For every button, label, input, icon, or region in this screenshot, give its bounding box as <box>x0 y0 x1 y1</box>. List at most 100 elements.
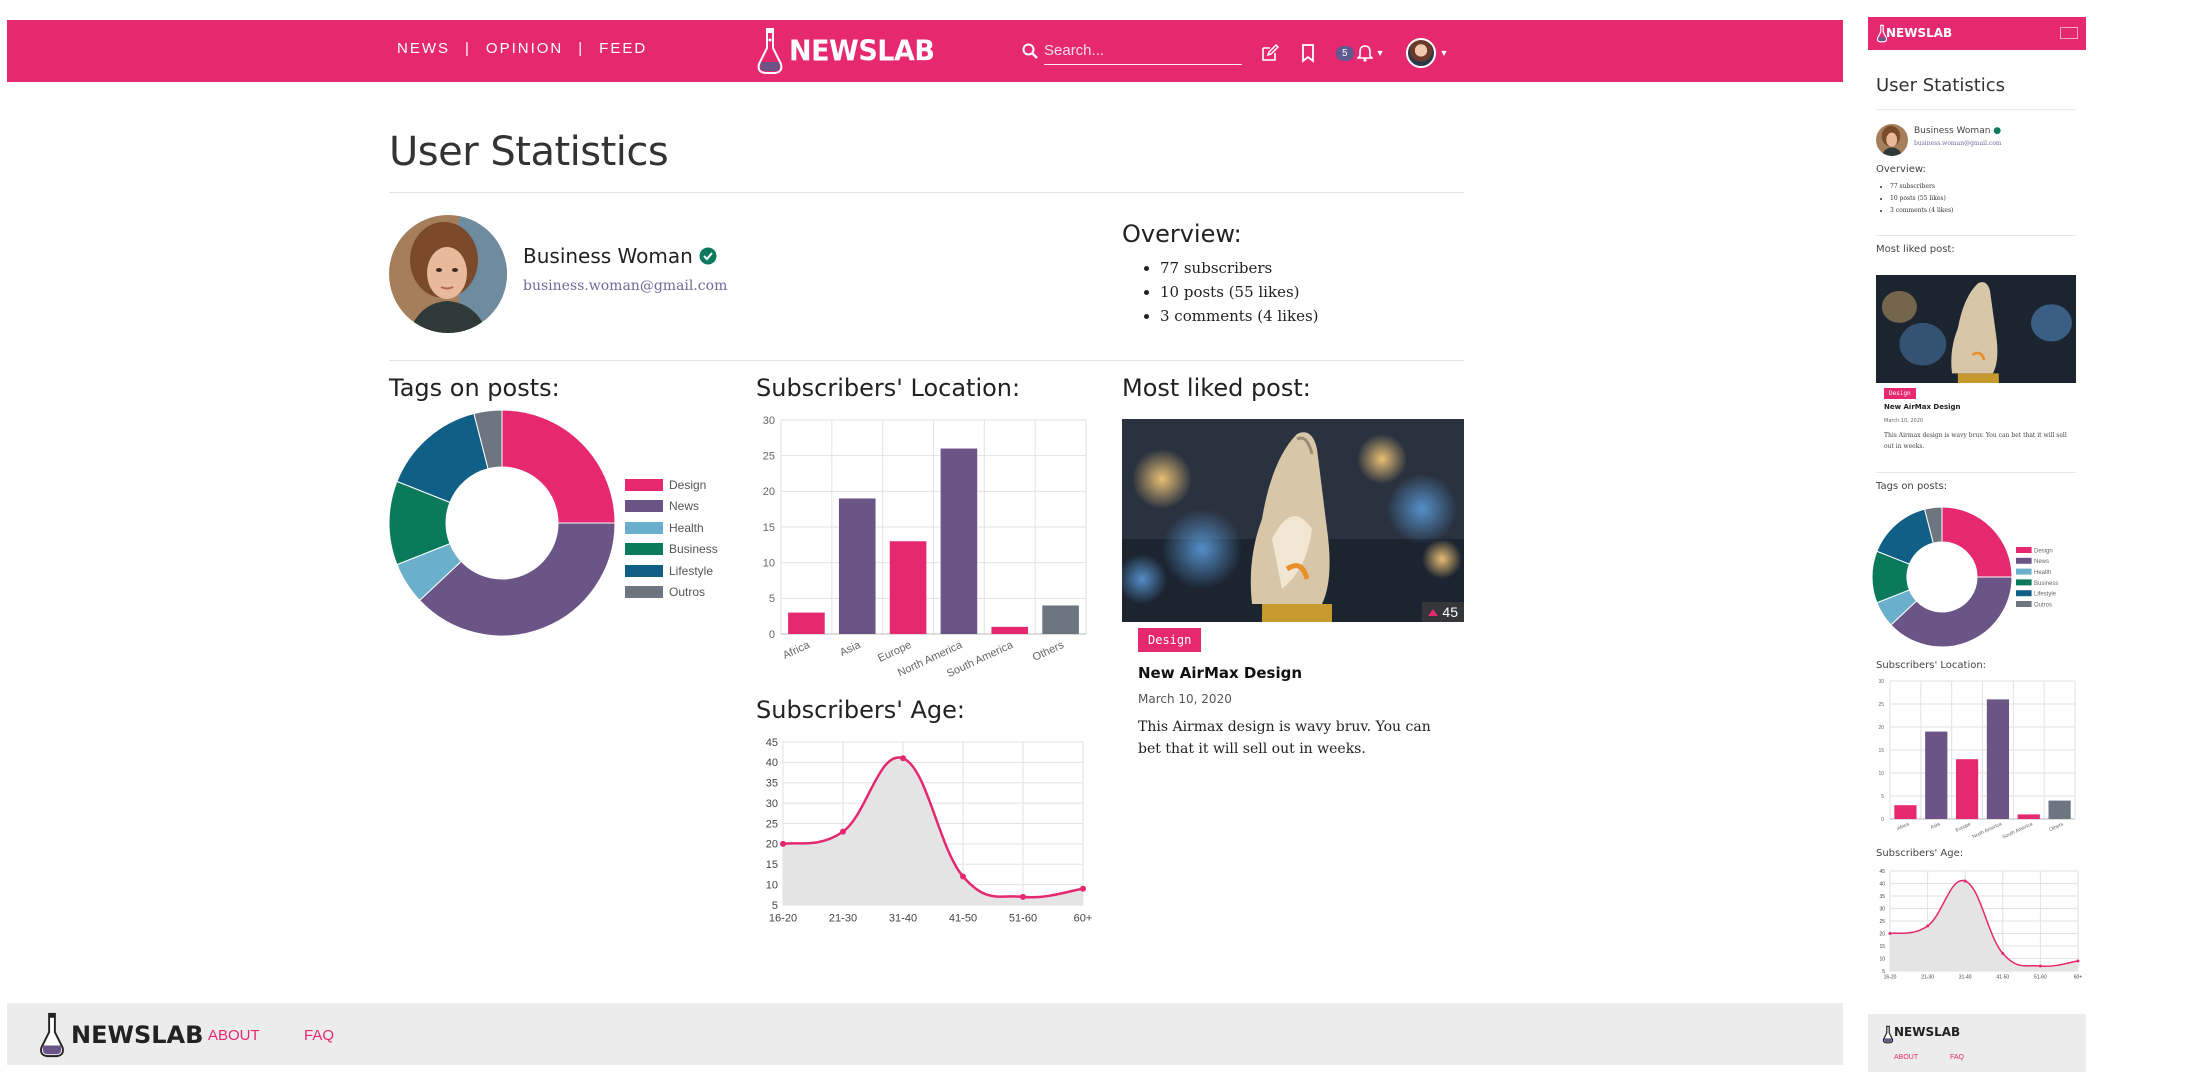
edit-icon[interactable] <box>1260 43 1280 63</box>
post-likes[interactable]: 45 <box>1422 602 1464 622</box>
brand-name: NEWSLAB <box>789 34 935 68</box>
legend-item-outros[interactable]: Outros <box>625 582 718 604</box>
post-title[interactable]: New AirMax Design <box>1138 664 1464 682</box>
bar-north-america[interactable] <box>940 448 978 634</box>
bar-asia[interactable] <box>838 498 876 634</box>
profile-card: Business Woman business.woman@gmail.com <box>389 215 727 333</box>
legend-item-health[interactable]: Health <box>625 517 718 539</box>
mobile-tags-title: Tags on posts: <box>1876 481 1948 492</box>
legend-label: News <box>2034 559 2049 565</box>
age-point-60+[interactable] <box>1080 885 1086 892</box>
age-point-31-40[interactable] <box>900 755 906 762</box>
profile-info: Business Woman business.woman@gmail.com <box>523 244 727 294</box>
age-point-21-30[interactable] <box>840 828 846 835</box>
bar-others[interactable] <box>1042 605 1079 634</box>
y-tick-label: 10 <box>1878 771 1884 777</box>
x-tick-label: 21-30 <box>1921 975 1934 981</box>
legend-item-lifestyle[interactable]: Lifestyle <box>625 560 718 582</box>
x-tick-label: Europe <box>1955 821 1972 833</box>
footer-about-link[interactable]: ABOUT <box>208 1027 260 1044</box>
mobile-profile-name: Business Woman ● <box>1914 126 2001 136</box>
y-tick-label: 25 <box>766 818 778 830</box>
x-tick-label: South America <box>2002 821 2034 840</box>
age-point-41-50[interactable] <box>960 873 966 880</box>
mobile-about-link[interactable]: ABOUT <box>1894 1054 1918 1061</box>
age-point-60+[interactable] <box>2076 959 2080 963</box>
search-input[interactable] <box>1044 37 1242 65</box>
x-tick-label: Africa <box>781 639 812 662</box>
bar-europe[interactable] <box>1955 759 1979 819</box>
pie-slice-design[interactable] <box>501 409 616 524</box>
y-tick-label: 25 <box>1879 919 1885 925</box>
mobile-post-tag[interactable]: Design <box>1884 388 1916 399</box>
legend-label: Health <box>2034 570 2051 576</box>
flask-icon <box>757 28 783 74</box>
bar-europe[interactable] <box>889 541 927 634</box>
age-point-16-20[interactable] <box>780 840 786 847</box>
bar-others[interactable] <box>2048 800 2071 819</box>
mobile-location-title: Subscribers' Location: <box>1876 660 1987 671</box>
mobile-faq-link[interactable]: FAQ <box>1950 1054 1964 1061</box>
mobile-post-title[interactable]: New AirMax Design <box>1884 403 1961 411</box>
post-image[interactable]: 45 <box>1122 419 1464 622</box>
mobile-age-line-chart: 5101520253035404516-20 21-30 31-40 41-50 51-… <box>1879 869 2082 981</box>
post-description: This Airmax design is wavy bruv. You can… <box>1138 719 1431 757</box>
nav-opinion-link[interactable]: OPINION <box>486 40 563 57</box>
mobile-footer: NEWSLAB ABOUT FAQ <box>1868 1014 2086 1072</box>
x-tick-label: 31-40 <box>1959 975 1972 981</box>
flask-icon <box>1882 1025 1894 1044</box>
user-menu[interactable]: ▼ <box>1406 38 1448 68</box>
overview-comments: 3 comments (4 likes) <box>1160 304 1319 328</box>
legend-item-business[interactable]: Business <box>625 539 718 561</box>
tags-legend: Design News Health Business Lifestyle Outros <box>625 474 718 603</box>
age-point-31-40[interactable] <box>1963 879 1967 883</box>
overview-posts: 10 posts (55 likes) <box>1160 280 1319 304</box>
mobile-profile-email: business.woman@gmail.com <box>1914 140 2002 147</box>
search-bar <box>1022 36 1254 66</box>
x-tick-label: 16-20 <box>769 913 797 925</box>
legend-label: Design <box>2034 548 2053 554</box>
mobile-post-image[interactable] <box>1876 275 2076 383</box>
bar-africa[interactable] <box>1894 805 1917 819</box>
post-tag[interactable]: Design <box>1138 628 1202 652</box>
menu-icon[interactable] <box>2060 27 2078 39</box>
bar-south-america[interactable] <box>2017 814 2040 819</box>
y-tick-label: 30 <box>763 415 775 427</box>
nav-separator: | <box>578 40 585 57</box>
y-tick-label: 45 <box>1879 869 1885 875</box>
avatar <box>1406 38 1437 68</box>
age-point-16-20[interactable] <box>1888 932 1892 935</box>
legend-label: Health <box>669 520 704 535</box>
legend-item-design[interactable]: Design <box>625 474 718 496</box>
bar-africa[interactable] <box>788 612 825 634</box>
legend-label: Lifestyle <box>2034 592 2057 598</box>
legend-item-news[interactable]: News <box>625 496 718 518</box>
bookmark-icon[interactable] <box>1298 43 1318 63</box>
nav-news-link[interactable]: NEWS <box>397 40 450 57</box>
mobile-brand[interactable]: NEWSLAB <box>1886 26 1952 40</box>
legend-label: Outros <box>669 585 706 600</box>
pie-slice-design[interactable] <box>1941 506 2013 578</box>
y-tick-label: 5 <box>769 593 775 605</box>
notifications[interactable]: 5 ▼ <box>1336 44 1384 62</box>
main-content: User Statistics Business Woman business.… <box>389 82 1464 925</box>
bar-asia[interactable] <box>1925 731 1948 819</box>
legend-swatch <box>625 500 663 513</box>
bar-north-america[interactable] <box>1986 699 2010 819</box>
mobile-liked-title: Most liked post: <box>1876 244 1955 255</box>
mobile-footer-brand[interactable]: NEWSLAB <box>1894 1025 1960 1039</box>
bar-south-america[interactable] <box>991 626 1029 634</box>
age-point-41-50[interactable] <box>2001 952 2005 955</box>
age-point-21-30[interactable] <box>1926 924 1930 928</box>
footer-logo[interactable]: NEWSLAB <box>37 1011 203 1059</box>
profile-email[interactable]: business.woman@gmail.com <box>523 278 727 294</box>
verified-icon <box>699 247 717 265</box>
mobile-overview-item: 77 subscribers <box>1890 181 1953 193</box>
age-point-51-60[interactable] <box>2038 964 2042 968</box>
age-point-51-60[interactable] <box>1020 893 1026 900</box>
nav-feed-link[interactable]: FEED <box>599 40 647 57</box>
search-icon[interactable] <box>1022 43 1038 59</box>
y-tick-label: 35 <box>766 778 778 790</box>
footer-faq-link[interactable]: FAQ <box>304 1027 334 1044</box>
brand-logo[interactable]: NEWSLAB <box>755 26 935 76</box>
